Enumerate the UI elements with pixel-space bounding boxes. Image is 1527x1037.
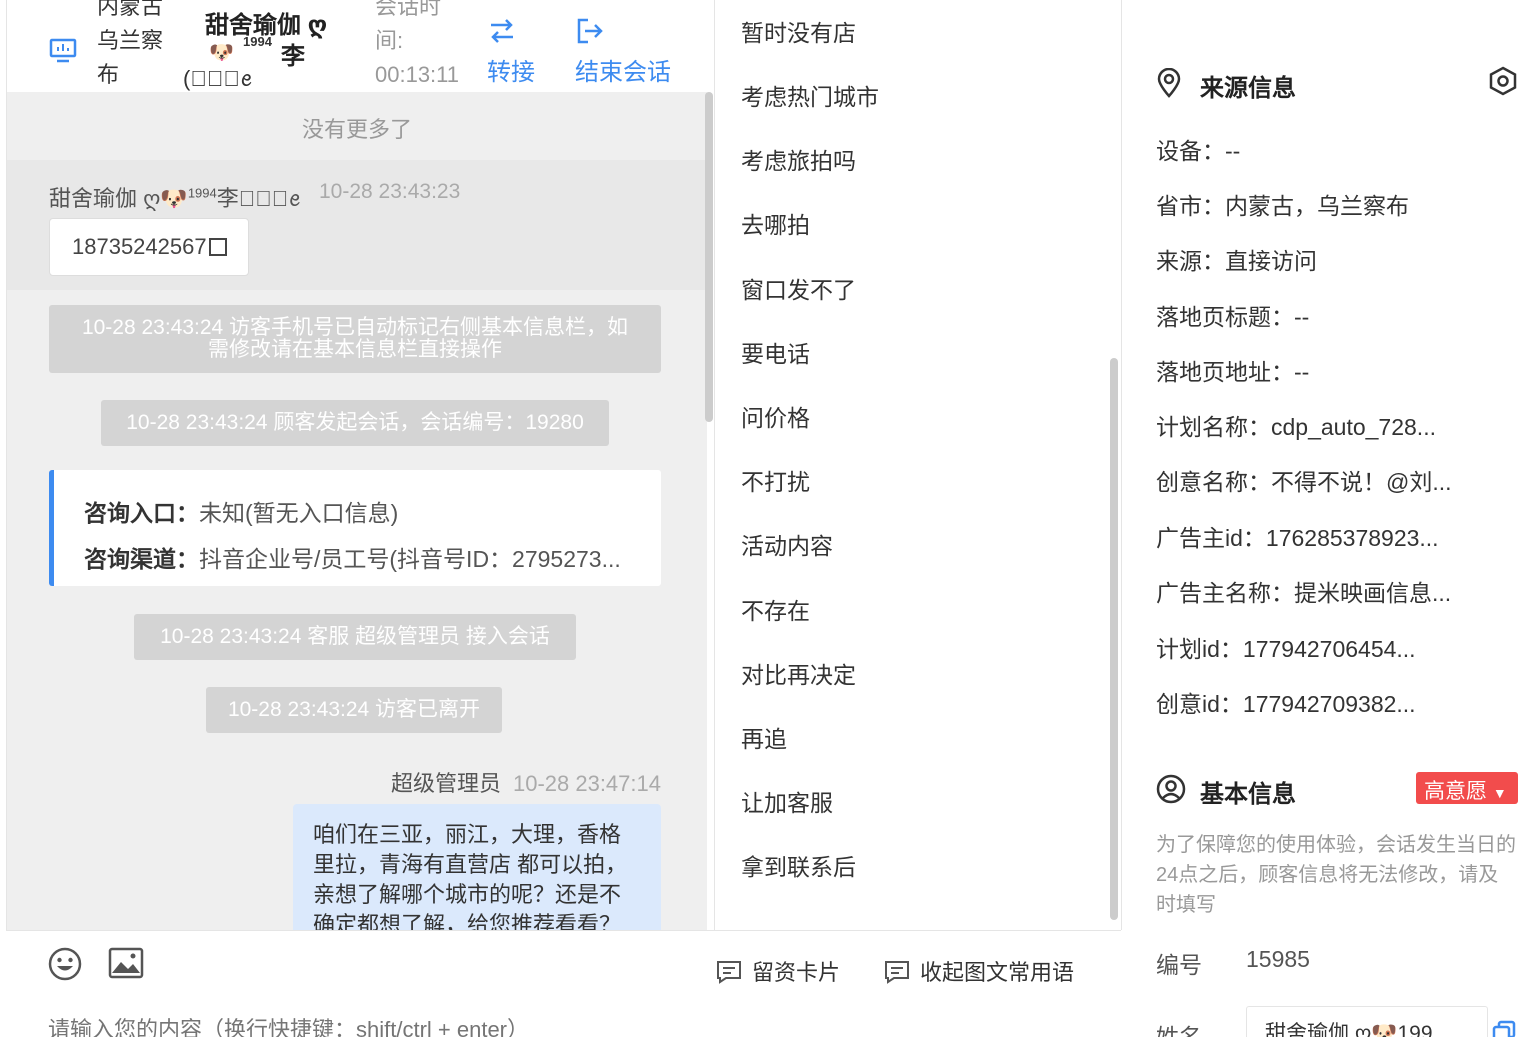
transfer-button[interactable]: 转接	[487, 16, 535, 87]
source-field-creative-name: 创意名称：不得不说！@刘...	[1156, 469, 1452, 495]
location-pin-icon	[1157, 68, 1181, 98]
consult-channel-value: 抖音企业号/员工号(抖音号ID：2795273...	[199, 546, 621, 572]
quick-reply-item[interactable]: 问价格	[741, 399, 810, 433]
quick-reply-item[interactable]: 去哪拍	[741, 206, 810, 240]
region-line: 布	[97, 62, 120, 87]
sender-name: 甜舍瑜伽 ღ🐶	[49, 186, 188, 211]
session-time-value: 00:13:11	[375, 62, 460, 87]
source-field-province: 省市：内蒙古，乌兰察布	[1156, 193, 1409, 219]
agent-message: 咱们在三亚，丽江，大理，香格里拉，青海有直营店 都可以拍，亲想了解哪个城市的呢？…	[293, 804, 661, 930]
consult-entry: 咨询入口：未知(暂无入口信息)	[84, 494, 398, 528]
quick-reply-item[interactable]: 窗口发不了	[741, 271, 856, 305]
quick-reply-item[interactable]: 不打扰	[741, 463, 810, 497]
collapse-phrases-label: 收起图文常用语	[920, 960, 1075, 985]
end-session-label: 结束会话	[575, 59, 671, 86]
system-message: 10-28 23:43:24 访客已离开	[206, 687, 502, 733]
consult-entry-label: 咨询入口：	[84, 500, 199, 526]
chat-scrollbar[interactable]	[705, 92, 713, 422]
source-field-creative-id: 创意id：177942709382...	[1156, 691, 1416, 717]
quick-reply-item[interactable]: 要电话	[741, 335, 810, 369]
basic-info-tip: 为了保障您的使用体验，会话发生当日的24点之后，顾客信息将无法修改，请及时填写	[1156, 834, 1516, 916]
session-time-label: 会话时	[375, 0, 442, 19]
edit-copy-icon[interactable]	[1492, 1020, 1516, 1037]
phone-number: 18735242567	[72, 234, 207, 259]
source-info-title: 来源信息	[1200, 75, 1296, 102]
system-message: 10-28 23:43:24 客服 超级管理员 接入会话	[134, 614, 576, 660]
agent-name: 超级管理员	[390, 771, 501, 796]
consult-channel: 咨询渠道：抖音企业号/员工号(抖音号ID：2795273...	[84, 540, 621, 574]
basic-info-title: 基本信息	[1200, 781, 1296, 808]
input-bar: 留资卡片 收起图文常用语	[6, 930, 1121, 1037]
visitor-name: 甜舍瑜伽 ღ	[205, 12, 345, 40]
session-time: 会话时 间: 00:13:11	[375, 0, 475, 92]
system-message-line: 需修改请在基本信息栏直接操作	[208, 338, 502, 361]
source-field-advertiser-name: 广告主名称：提米映画信息...	[1156, 580, 1452, 606]
phone-message: 18735242567	[49, 218, 249, 276]
phrase-icon	[885, 961, 909, 984]
message-list[interactable]: 没有更多了 甜舍瑜伽 ღ🐶1994李ꦿ⃝⃝ꫀ 10-28 23:43:23 18…	[7, 92, 707, 930]
customer-info-panel: 来源信息 设备：-- 省市：内蒙古，乌兰察布 来源：直接访问 落地页标题：-- …	[1122, 0, 1527, 1037]
source-field-plan-id: 计划id：177942706454...	[1156, 636, 1416, 662]
quick-reply-item[interactable]: 考虑旅拍吗	[741, 142, 856, 176]
sender-name-sup: 1994	[187, 185, 217, 201]
quick-reply-item[interactable]: 让加客服	[741, 784, 833, 818]
end-session-button[interactable]: 结束会话	[575, 16, 671, 87]
consult-channel-label: 咨询渠道：	[84, 546, 199, 572]
agent-message-header: 超级管理员 10-28 23:47:14	[391, 766, 661, 798]
transfer-icon	[491, 19, 513, 43]
agent-message-time: 10-28 23:47:14	[512, 771, 661, 796]
settings-hex-icon[interactable]	[1488, 66, 1518, 96]
quick-reply-item[interactable]: 拿到联系后	[741, 848, 856, 882]
quick-reply-item[interactable]: 对比再决定	[741, 656, 856, 690]
visitor-name-suffix: 李	[281, 43, 305, 70]
id-value: 15985	[1246, 946, 1310, 972]
card-icon	[717, 961, 741, 984]
intent-tag-dropdown[interactable]: 高意愿 ▼	[1416, 772, 1518, 804]
lead-card-label: 留资卡片	[752, 960, 841, 985]
quick-reply-item[interactable]: 再追	[741, 720, 787, 754]
user-circle-icon	[1156, 774, 1186, 804]
source-field-landing-title: 落地页标题：--	[1156, 304, 1310, 330]
quick-reply-panel: 暂时没有店 考虑热门城市 考虑旅拍吗 去哪拍 窗口发不了 要电话 问价格 不打扰…	[714, 0, 1122, 930]
exit-icon	[577, 18, 603, 44]
chat-panel: 内蒙古 乌兰察 布 甜舍瑜伽 ღ 🐶 1994 李 (ꦿ⃝⃝ꫀ 会话时 间: 0…	[6, 0, 715, 1037]
copy-icon[interactable]	[208, 238, 227, 256]
id-label: 编号	[1156, 952, 1202, 978]
source-field-plan-name: 计划名称：cdp_auto_728...	[1156, 414, 1436, 440]
region-line: 乌兰察	[97, 28, 164, 53]
system-message: 10-28 23:43:24 顾客发起会话，会话编号：19280	[101, 400, 609, 446]
session-time-label: 间:	[375, 28, 404, 53]
quick-reply-item[interactable]: 暂时没有店	[741, 14, 856, 48]
no-more-text: 没有更多了	[301, 117, 412, 142]
source-field-advertiser-id: 广告主id：176285378923...	[1156, 525, 1439, 551]
region-line: 内蒙古	[97, 0, 164, 19]
name-label: 姓名	[1156, 1024, 1202, 1037]
consult-info-card: 咨询入口：未知(暂无入口信息) 咨询渠道：抖音企业号/员工号(抖音号ID：279…	[49, 470, 661, 586]
caret-down-icon: ▼	[1492, 785, 1507, 801]
name-field[interactable]: 甜舍瑜伽 ღ🐶199	[1246, 1006, 1488, 1037]
message-input[interactable]	[48, 1017, 948, 1037]
emoji-icon[interactable]	[48, 947, 82, 981]
visitor-name-sup: 1994	[243, 34, 272, 49]
quick-reply-item[interactable]: 不存在	[741, 592, 810, 626]
transfer-label: 转接	[487, 59, 535, 86]
quick-reply-item[interactable]: 考虑热门城市	[741, 78, 879, 112]
consult-entry-value: 未知(暂无入口信息)	[199, 500, 399, 526]
image-icon[interactable]	[108, 947, 144, 979]
source-field-device: 设备：--	[1156, 138, 1241, 164]
system-message: 10-28 23:43:24 访客手机号已自动标记右侧基本信息栏，如 需修改请在…	[49, 305, 661, 373]
system-message-line: 10-28 23:43:24 访客手机号已自动标记右侧基本信息栏，如	[81, 316, 629, 339]
visitor-message-time: 10-28 23:43:23	[319, 180, 461, 203]
source-field-landing-url: 落地页地址：--	[1156, 359, 1310, 385]
visitor-region: 内蒙古 乌兰察 布	[97, 0, 177, 92]
intent-tag-label: 高意愿	[1424, 780, 1487, 803]
collapse-phrases-button[interactable]: 收起图文常用语	[884, 955, 1074, 987]
source-field-source: 来源：直接访问	[1156, 248, 1317, 274]
quick-reply-item[interactable]: 活动内容	[741, 527, 833, 561]
chat-header: 内蒙古 乌兰察 布 甜舍瑜伽 ღ 🐶 1994 李 (ꦿ⃝⃝ꫀ 会话时 间: 0…	[7, 0, 715, 92]
monitor-icon	[49, 38, 77, 63]
sender-name-suffix: 李ꦿ⃝⃝ꫀ	[216, 186, 301, 211]
lead-card-button[interactable]: 留资卡片	[716, 955, 840, 987]
quick-reply-scrollbar[interactable]	[1110, 358, 1118, 920]
